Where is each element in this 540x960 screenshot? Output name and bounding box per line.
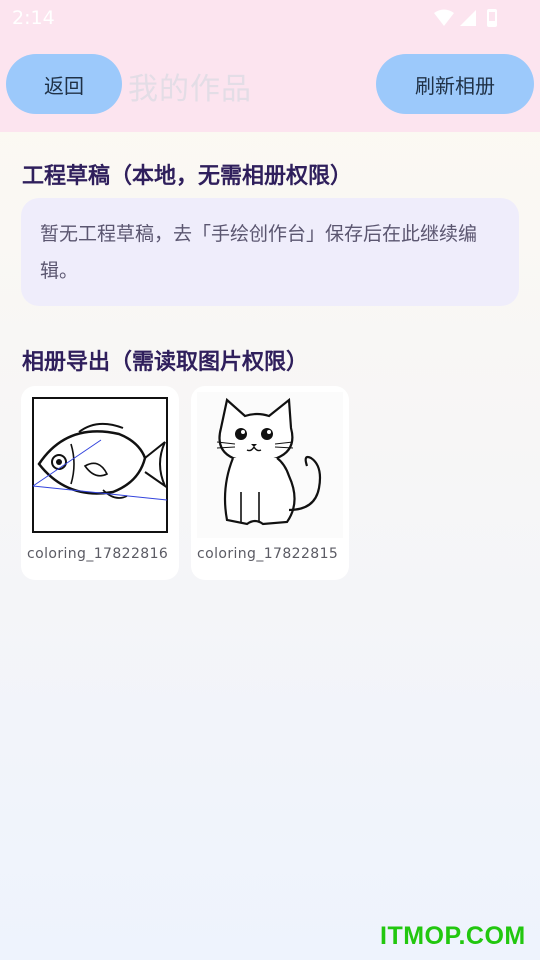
album-item-name: coloring_17822816	[27, 546, 169, 562]
drafts-empty-text-line2: 辑。	[40, 260, 79, 282]
refresh-album-button[interactable]: 刷新相册	[376, 54, 534, 114]
drafts-section-title: 工程草稿（本地，无需相册权限）	[22, 164, 353, 189]
signal-icon	[460, 10, 476, 26]
status-time: 2:14	[12, 7, 55, 29]
album-section-title: 相册导出（需读取图片权限）	[22, 350, 309, 375]
album-item[interactable]: coloring_17822815	[191, 386, 349, 580]
back-button[interactable]: 返回	[6, 54, 122, 114]
status-bar: 2:14	[0, 0, 540, 36]
drafts-empty-card: 暂无工程草稿，去「手绘创作台」保存后在此继续编 辑。	[21, 198, 519, 306]
watermark: ITMOP.COM	[380, 922, 526, 950]
wifi-icon	[434, 9, 454, 26]
cat-drawing	[197, 392, 343, 538]
page-title: 我的作品	[128, 72, 252, 107]
status-icons	[434, 9, 497, 27]
fish-drawing	[27, 392, 173, 538]
album-item[interactable]: coloring_17822816	[21, 386, 179, 580]
app-bar: 返回 我的作品 刷新相册	[0, 36, 540, 132]
album-item-name: coloring_17822815	[197, 546, 339, 562]
drafts-empty-text-line1: 暂无工程草稿，去「手绘创作台」保存后在此继续编	[40, 223, 478, 245]
